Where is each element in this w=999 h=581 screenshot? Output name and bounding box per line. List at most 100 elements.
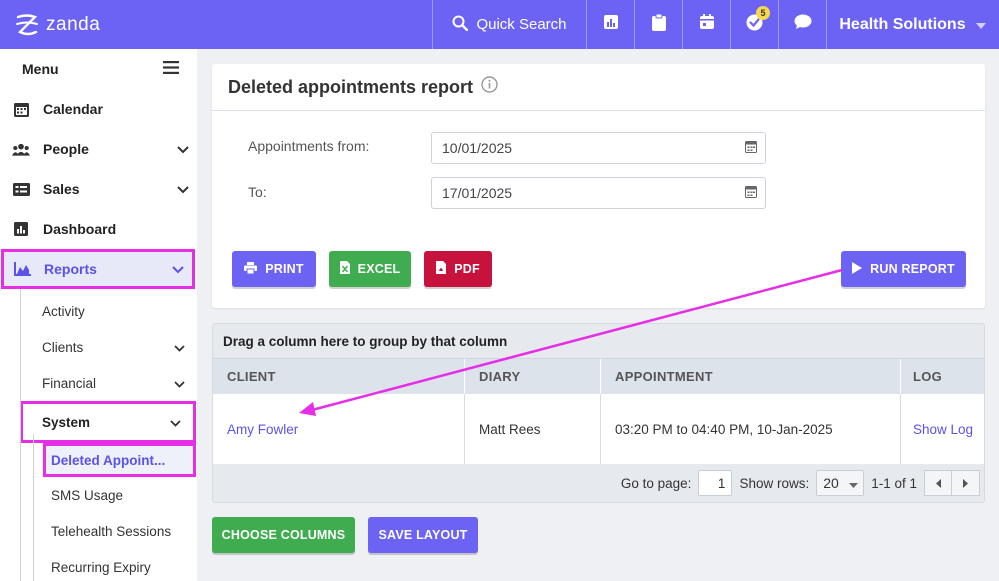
rows-per-page-value: 20 xyxy=(823,475,839,491)
sidebar-subitem-financial[interactable]: Financial xyxy=(0,365,197,401)
messages-button[interactable] xyxy=(778,0,826,49)
organisation-name: Health Solutions xyxy=(839,15,966,33)
pdf-button[interactable]: PDF xyxy=(424,251,492,287)
print-button[interactable]: PRINT xyxy=(232,251,316,287)
menu-header: Menu xyxy=(0,49,197,89)
chat-icon xyxy=(794,14,812,35)
people-icon xyxy=(12,140,30,158)
sidebar-item-label: People xyxy=(43,141,89,157)
print-label: PRINT xyxy=(265,262,304,276)
to-date-input[interactable]: 17/01/2025 xyxy=(431,177,766,209)
info-icon[interactable] xyxy=(481,76,498,98)
sidebar-subitem-label: Clients xyxy=(42,339,84,355)
sidebar-subitem-label: SMS Usage xyxy=(51,487,124,503)
chevron-down-icon xyxy=(174,376,185,391)
previous-page-button[interactable] xyxy=(924,470,952,496)
group-by-drop-zone[interactable]: Drag a column here to group by that colu… xyxy=(213,324,984,358)
sidebar-subitem-sms-usage[interactable]: SMS Usage xyxy=(0,477,197,513)
sidebar-item-dashboard[interactable]: Dashboard xyxy=(0,209,197,249)
printer-icon xyxy=(244,261,258,277)
quick-search-button[interactable]: Quick Search xyxy=(432,0,586,49)
page-title: Deleted appointments report xyxy=(212,64,985,111)
column-header-appointment[interactable]: APPOINTMENT xyxy=(601,359,901,394)
excel-file-icon xyxy=(339,261,350,277)
save-layout-button[interactable]: SAVE LAYOUT xyxy=(368,517,478,553)
menu-label: Menu xyxy=(22,61,59,77)
brand[interactable]: zanda xyxy=(0,0,432,49)
save-layout-label: SAVE LAYOUT xyxy=(378,528,468,542)
sidebar-item-label: Sales xyxy=(43,181,80,197)
from-date-label: Appointments from: xyxy=(248,138,370,154)
search-icon xyxy=(452,15,469,35)
column-header-diary[interactable]: DIARY xyxy=(465,359,601,394)
page-number-input[interactable]: 1 xyxy=(698,470,733,496)
clipboard-button[interactable] xyxy=(634,0,682,49)
quick-search-label: Quick Search xyxy=(476,16,567,33)
appointment-cell: 03:20 PM to 04:40 PM, 10-Jan-2025 xyxy=(601,394,901,464)
dashboard-icon xyxy=(12,220,30,238)
sidebar-subitem-clients[interactable]: Clients xyxy=(0,329,197,365)
to-date-value: 17/01/2025 xyxy=(442,185,513,201)
column-header-log[interactable]: LOG xyxy=(901,359,984,394)
sidebar-item-label: Calendar xyxy=(43,101,103,117)
choose-columns-label: CHOOSE COLUMNS xyxy=(221,528,346,542)
report-card: Deleted appointments report Appointments… xyxy=(212,64,985,308)
show-log-link[interactable]: Show Log xyxy=(901,394,984,464)
sidebar-item-label: Reports xyxy=(44,261,97,277)
sidebar-subitem-label: Activity xyxy=(42,303,85,319)
to-date-label: To: xyxy=(248,184,267,200)
chevron-down-icon xyxy=(177,141,189,157)
caret-down-icon xyxy=(975,16,986,34)
choose-columns-button[interactable]: CHOOSE COLUMNS xyxy=(212,517,355,553)
diary-cell: Matt Rees xyxy=(465,394,601,464)
play-icon xyxy=(852,261,863,277)
brand-name: zanda xyxy=(46,13,101,35)
tasks-button[interactable]: 5 xyxy=(730,0,778,49)
chevron-down-icon xyxy=(170,415,181,430)
chevron-down-icon xyxy=(177,181,189,197)
reports-shortcut-button[interactable] xyxy=(586,0,634,49)
calendar-shortcut-button[interactable] xyxy=(682,0,730,49)
calendar-picker-icon[interactable] xyxy=(745,185,757,201)
client-link[interactable]: Amy Fowler xyxy=(213,394,465,464)
calendar-icon xyxy=(12,100,30,118)
sidebar-item-label: Dashboard xyxy=(43,221,117,237)
run-report-button[interactable]: RUN REPORT xyxy=(841,251,966,287)
sidebar-item-reports[interactable]: Reports xyxy=(1,249,195,289)
next-page-button[interactable] xyxy=(952,470,980,496)
sidebar-subitem-label: Deleted Appoint... xyxy=(51,452,166,468)
organisation-switcher[interactable]: Health Solutions xyxy=(826,0,998,49)
sidebar-item-sales[interactable]: Sales xyxy=(0,169,197,209)
hamburger-icon[interactable] xyxy=(163,61,179,77)
chart-icon xyxy=(603,14,619,35)
run-report-label: RUN REPORT xyxy=(870,262,955,276)
reports-submenu: Activity Clients Financial System Delete… xyxy=(0,289,197,581)
rows-per-page-select[interactable]: 20 xyxy=(816,470,865,496)
calendar-picker-icon[interactable] xyxy=(745,140,757,156)
sidebar-subitem-label: Financial xyxy=(42,375,97,391)
calendar-icon xyxy=(699,14,715,35)
column-header-client[interactable]: CLIENT xyxy=(213,359,465,394)
sidebar-subitem-system[interactable]: System xyxy=(20,401,196,443)
grid-pager: Go to page: 1 Show rows: 20 1-1 of 1 xyxy=(213,464,984,502)
page-range-text: 1-1 of 1 xyxy=(871,475,917,491)
submenu-guide-line xyxy=(20,289,21,581)
sales-icon xyxy=(12,180,30,198)
from-date-input[interactable]: 10/01/2025 xyxy=(431,132,766,164)
sidebar-subitem-label: Recurring Expiry xyxy=(51,559,151,575)
table-row: Amy Fowler Matt Rees 03:20 PM to 04:40 P… xyxy=(213,394,984,464)
top-bar: zanda Quick Search 5 Health Solutions xyxy=(0,0,999,49)
goto-page-label: Go to page: xyxy=(620,475,692,491)
sidebar-subitem-activity[interactable]: Activity xyxy=(0,293,197,329)
excel-label: EXCEL xyxy=(357,262,401,276)
sidebar-subitem-recurring-expiry[interactable]: Recurring Expiry xyxy=(0,549,197,581)
tasks-count-badge: 5 xyxy=(756,6,770,20)
sidebar-item-people[interactable]: People xyxy=(0,129,197,169)
excel-button[interactable]: EXCEL xyxy=(329,251,411,287)
results-grid: Drag a column here to group by that colu… xyxy=(212,323,985,503)
sidebar-subitem-deleted-appointments[interactable]: Deleted Appoint... xyxy=(43,443,196,477)
sidebar-item-calendar[interactable]: Calendar xyxy=(0,89,197,129)
sidebar: Menu Calendar People Sales Dashboard Rep… xyxy=(0,49,197,581)
caret-down-icon xyxy=(849,475,859,491)
sidebar-subitem-telehealth-sessions[interactable]: Telehealth Sessions xyxy=(0,513,197,549)
